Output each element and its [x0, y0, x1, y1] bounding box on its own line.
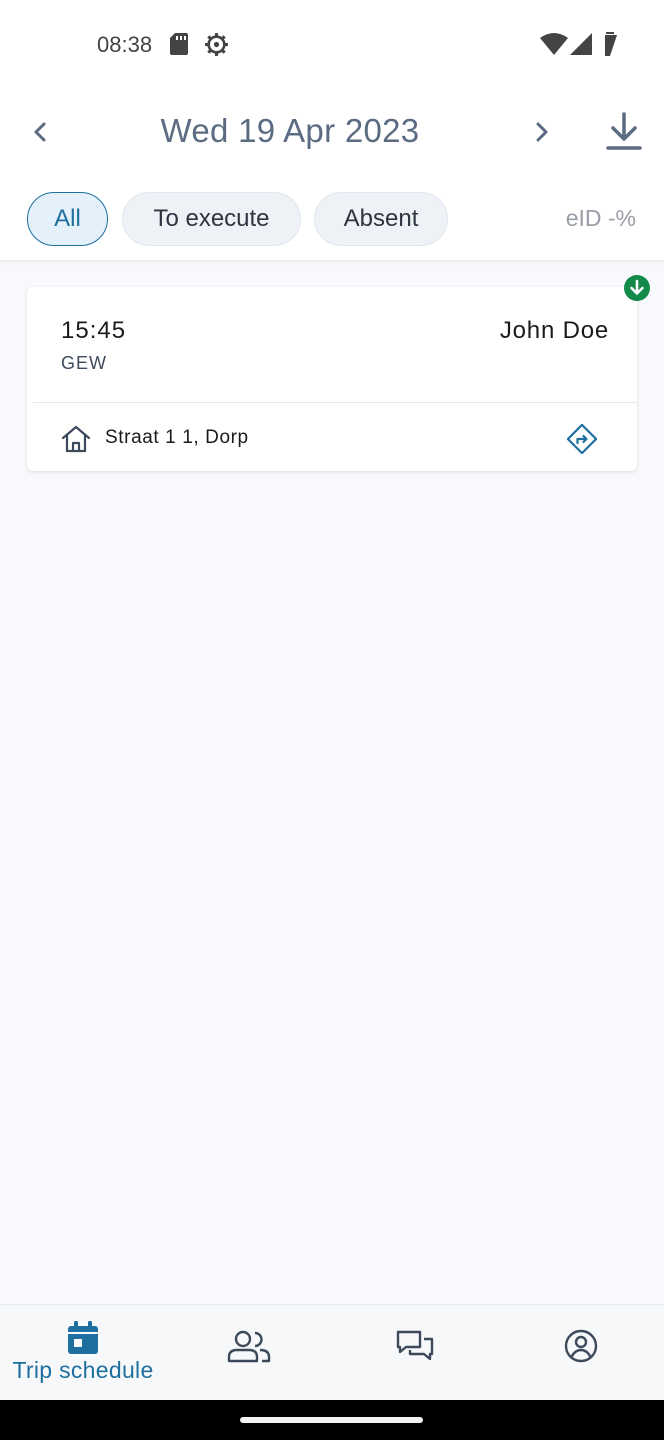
downloaded-status-icon	[624, 275, 650, 301]
nav-trip-schedule[interactable]: Trip schedule	[0, 1305, 166, 1401]
trip-time: 15:45	[61, 317, 127, 344]
filter-to-execute-chip[interactable]: To execute	[122, 192, 301, 246]
filter-absent-chip[interactable]: Absent	[314, 192, 448, 246]
people-icon	[227, 1330, 271, 1363]
sd-card-icon	[170, 33, 188, 55]
filter-row: All To execute Absent eID -%	[0, 192, 664, 246]
chat-icon	[396, 1330, 434, 1361]
directions-icon[interactable]	[567, 424, 597, 454]
chevron-left-icon[interactable]	[24, 116, 56, 148]
profile-icon	[564, 1329, 598, 1363]
calendar-icon	[68, 1321, 98, 1354]
date-title: Wed 19 Apr 2023	[160, 112, 420, 149]
nav-passengers[interactable]	[166, 1305, 332, 1401]
card-divider	[33, 402, 637, 403]
trip-passenger-name: John Doe	[499, 317, 609, 344]
battery-icon	[605, 32, 617, 56]
trip-code: GEW	[61, 353, 107, 373]
filter-all-chip[interactable]: All	[27, 192, 108, 246]
nav-profile[interactable]	[498, 1305, 664, 1401]
nav-messages[interactable]	[332, 1305, 498, 1401]
status-time: 08:38	[97, 32, 153, 57]
trip-card[interactable]: 15:45 GEW John Doe Straat 1 1, Dorp	[27, 287, 637, 471]
eid-label: eID -%	[565, 205, 636, 231]
download-icon[interactable]	[604, 110, 644, 154]
status-bar: 08:38	[0, 0, 664, 88]
date-header: Wed 19 Apr 2023	[0, 100, 664, 164]
bottom-navigation: Trip schedule	[0, 1304, 664, 1400]
top-area: 08:38 Wed 19 Apr 2023 All To execute Abs…	[0, 0, 664, 260]
chevron-right-icon[interactable]	[526, 116, 558, 148]
home-icon	[61, 425, 91, 453]
trip-address: Straat 1 1, Dorp	[105, 427, 249, 448]
system-navigation-bar	[0, 1400, 664, 1440]
home-gesture-pill[interactable]	[240, 1417, 423, 1423]
cellular-signal-icon	[570, 33, 592, 55]
wifi-icon	[540, 33, 568, 55]
nav-label: Trip schedule	[12, 1357, 154, 1383]
gear-icon	[205, 33, 228, 56]
